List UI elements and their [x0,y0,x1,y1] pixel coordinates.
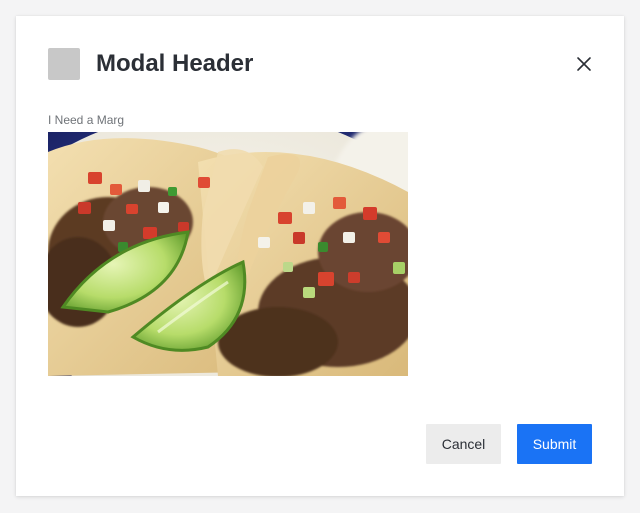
close-icon [577,57,591,71]
taco-photo [48,132,408,376]
cancel-button[interactable]: Cancel [426,424,501,464]
header-placeholder-icon [48,48,80,80]
close-button[interactable] [574,54,594,74]
submit-button[interactable]: Submit [517,424,592,464]
modal-title: Modal Header [96,50,254,77]
modal-dialog: Modal Header I Need a Marg Cancel Submit [16,16,624,496]
image-caption: I Need a Marg [48,113,125,127]
